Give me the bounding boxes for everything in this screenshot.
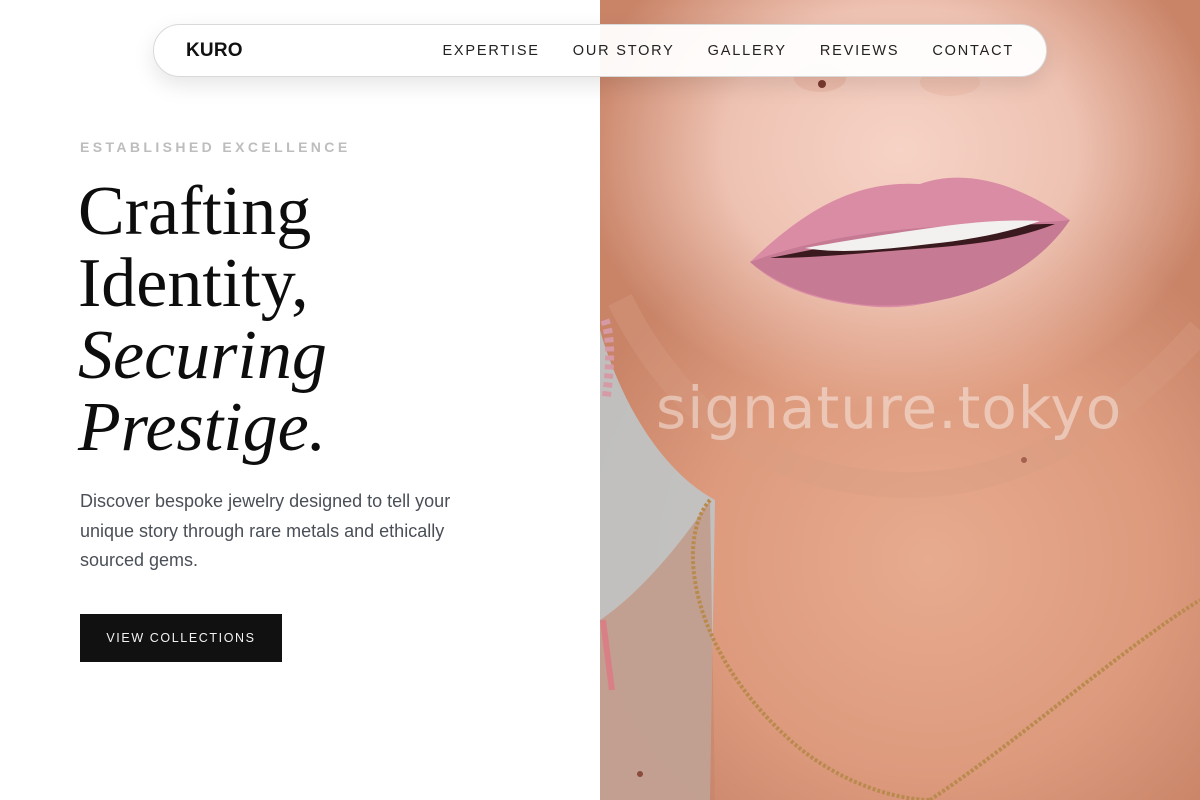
- watermark-text: signature.tokyo: [656, 374, 1123, 442]
- view-collections-button[interactable]: VIEW COLLECTIONS: [80, 614, 282, 662]
- headline-line-4: Prestige.: [78, 389, 327, 466]
- hero-description: Discover bespoke jewelry designed to tel…: [80, 491, 451, 570]
- headline-line-3: Securing: [78, 317, 327, 394]
- top-navigation: KURO EXPERTISE OUR STORY GALLERY REVIEWS…: [153, 24, 1047, 77]
- brand-logo[interactable]: KURO: [186, 40, 243, 62]
- headline-line-1: Crafting: [78, 173, 312, 250]
- nav-link-gallery[interactable]: GALLERY: [708, 43, 787, 59]
- headline-line-2: Identity,: [78, 245, 309, 322]
- nav-link-our-story[interactable]: OUR STORY: [573, 43, 675, 59]
- nav-links: EXPERTISE OUR STORY GALLERY REVIEWS CONT…: [409, 43, 1014, 59]
- hero-photo: signature.tokyo: [600, 0, 1200, 800]
- hero-headline: Crafting Identity, Securing Prestige.: [78, 176, 558, 464]
- nav-link-reviews[interactable]: REVIEWS: [820, 43, 899, 59]
- hero-eyebrow: ESTABLISHED EXCELLENCE: [80, 139, 351, 155]
- nav-link-contact[interactable]: CONTACT: [932, 43, 1014, 59]
- nav-link-expertise[interactable]: EXPERTISE: [442, 43, 539, 59]
